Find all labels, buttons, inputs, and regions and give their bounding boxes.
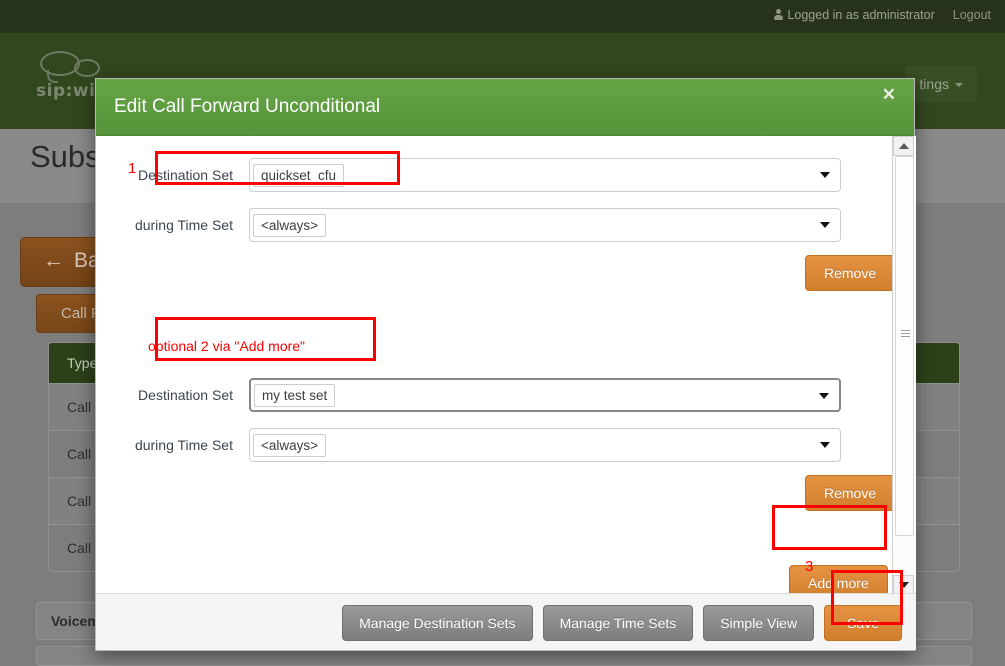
save-button[interactable]: Save xyxy=(824,605,902,641)
simple-view-button[interactable]: Simple View xyxy=(703,605,815,641)
add-more-button[interactable]: Add more xyxy=(789,565,888,595)
chevron-down-icon xyxy=(820,172,830,178)
chevron-down-icon xyxy=(820,222,830,228)
time-set-select-2[interactable]: <always> xyxy=(249,428,841,462)
destination-set-row-1: Destination Set quickset_cfu xyxy=(114,158,841,192)
optional-annotation-note: optional 2 via "Add more" xyxy=(148,338,306,354)
modal-footer-buttons: Manage Destination Sets Manage Time Sets… xyxy=(342,605,902,641)
time-set-select-1[interactable]: <always> xyxy=(249,208,841,242)
time-set-label-2: during Time Set xyxy=(134,437,233,453)
scrollbar-grip-icon xyxy=(901,330,910,337)
scroll-up-arrow-icon[interactable] xyxy=(893,136,914,156)
logged-in-label: Logged in as administrator xyxy=(787,8,935,22)
logged-in-status: Logged in as administrator xyxy=(774,8,935,22)
user-icon xyxy=(774,9,784,20)
chevron-down-icon xyxy=(820,442,830,448)
scroll-down-arrow-icon[interactable] xyxy=(893,575,914,595)
chevron-down-icon xyxy=(819,393,829,399)
close-icon[interactable]: ✕ xyxy=(882,86,896,103)
destination-set-select-1[interactable]: quickset_cfu xyxy=(249,158,841,192)
chevron-down-icon xyxy=(955,83,963,87)
destination-set-label-2: Destination Set xyxy=(138,387,233,403)
modal-body: Destination Set quickset_cfu during Time… xyxy=(96,136,916,595)
time-set-value-1: <always> xyxy=(253,213,327,237)
speech-bubble-icon xyxy=(40,51,80,83)
destination-set-select-2[interactable]: my test set xyxy=(249,378,841,412)
top-bar: Logged in as administrator Logout xyxy=(0,0,1005,33)
arrow-left-icon: ← xyxy=(43,249,64,272)
annotation-number-3: 3 xyxy=(805,558,814,575)
modal-scrollbar[interactable] xyxy=(892,136,914,595)
destination-set-value-2: my test set xyxy=(254,383,336,407)
destination-set-row-2: Destination Set my test set xyxy=(114,378,841,412)
scrollbar-track[interactable] xyxy=(894,156,914,575)
nav-settings-label: tings xyxy=(919,76,949,92)
edit-call-forward-modal: Edit Call Forward Unconditional ✕ Destin… xyxy=(95,78,916,651)
manage-destination-sets-button[interactable]: Manage Destination Sets xyxy=(342,605,533,641)
remove-button-1[interactable]: Remove xyxy=(805,255,896,291)
modal-title: Edit Call Forward Unconditional xyxy=(114,96,381,117)
time-set-value-2: <always> xyxy=(253,433,327,457)
logout-link[interactable]: Logout xyxy=(953,8,991,22)
destination-set-value-1: quickset_cfu xyxy=(253,163,345,187)
speech-bubble-small-icon xyxy=(74,59,100,77)
scrollbar-thumb[interactable] xyxy=(895,156,914,536)
modal-header: Edit Call Forward Unconditional ✕ xyxy=(96,79,914,136)
page-root: Logged in as administrator Logout sip:wi… xyxy=(0,0,1005,666)
time-set-label-1: during Time Set xyxy=(134,217,233,233)
remove-button-2[interactable]: Remove xyxy=(805,475,896,511)
top-bar-right: Logged in as administrator Logout xyxy=(774,8,991,22)
nav-settings-dropdown[interactable]: tings xyxy=(905,66,977,102)
modal-footer: Manage Destination Sets Manage Time Sets… xyxy=(96,593,916,650)
time-set-row-1: during Time Set <always> xyxy=(114,208,841,242)
time-set-row-2: during Time Set <always> xyxy=(114,428,841,462)
annotation-number-1: 1 xyxy=(128,160,137,177)
manage-time-sets-button[interactable]: Manage Time Sets xyxy=(542,605,694,641)
